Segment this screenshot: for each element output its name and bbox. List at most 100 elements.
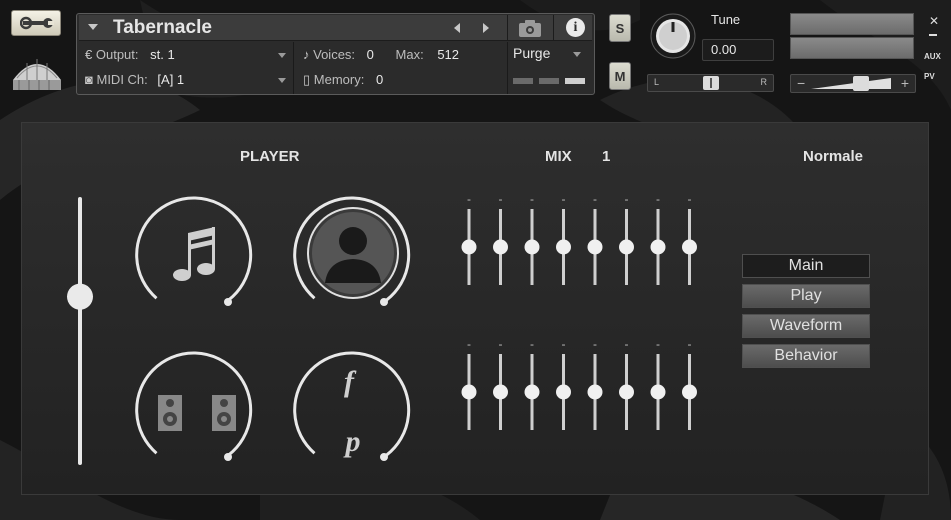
- mix-fader-handle[interactable]: [493, 239, 508, 255]
- master-vertical-slider[interactable]: [67, 197, 93, 465]
- main-panel: PLAYER MIX 1 Normale f p - - - - - - - -…: [21, 122, 929, 495]
- midi-label: MIDI Ch:: [96, 72, 148, 87]
- waveform-page-button[interactable]: Waveform: [742, 314, 870, 338]
- collapse-arrow-icon[interactable]: [88, 24, 98, 30]
- output-selector[interactable]: € Output: st. 1: [85, 43, 289, 67]
- speaker-right-icon: [212, 395, 236, 431]
- mix-fader-marker: -: [530, 337, 534, 351]
- mix-fader-handle[interactable]: [587, 384, 603, 400]
- purge-menu[interactable]: Purge: [513, 45, 550, 61]
- output-icon: €: [85, 47, 93, 62]
- wrench-icon: [20, 16, 54, 30]
- person-knob[interactable]: [293, 196, 411, 306]
- level-meter-left: [790, 13, 914, 35]
- mix-fader-marker: -: [625, 192, 629, 206]
- piano-icon: p: [343, 425, 361, 458]
- mix-fader-marker: -: [593, 337, 597, 351]
- pan-left-label: L: [654, 77, 660, 87]
- volume-slider-handle[interactable]: [853, 76, 869, 91]
- close-icon[interactable]: ✕: [929, 14, 939, 28]
- divider: [507, 42, 508, 94]
- purge-meter-segment: [513, 78, 533, 84]
- mix-fader-handle[interactable]: [619, 384, 634, 400]
- mix-fader-marker: -: [499, 337, 503, 351]
- main-page-button[interactable]: Main: [742, 254, 870, 278]
- midi-channel-selector[interactable]: ◙ MIDI Ch: [A] 1: [85, 68, 289, 92]
- level-meter-right: [790, 37, 914, 59]
- music-notes-icon: [173, 227, 215, 281]
- dropdown-arrow-icon: [278, 53, 286, 58]
- previous-instrument-icon[interactable]: [454, 23, 460, 33]
- midi-value: [A] 1: [157, 72, 185, 87]
- forte-icon: f: [344, 365, 357, 398]
- tune-knob[interactable]: [649, 12, 697, 60]
- mix-fader-handle[interactable]: [461, 239, 477, 255]
- mute-button[interactable]: M: [609, 62, 631, 90]
- mix-fader-marker: -: [499, 192, 503, 206]
- max-voices-value[interactable]: 512: [437, 47, 459, 62]
- purge-dropdown-arrow-icon[interactable]: [573, 52, 581, 57]
- mix-fader-handle[interactable]: [524, 239, 540, 255]
- mix-fader-handle[interactable]: [650, 239, 666, 255]
- voices-field: ♪ Voices: 0 Max: 512: [303, 43, 503, 67]
- volume-slider[interactable]: − +: [790, 74, 916, 93]
- play-page-button[interactable]: Play: [742, 284, 870, 308]
- instrument-name[interactable]: Tabernacle: [113, 17, 212, 39]
- mix-fader-handle[interactable]: [682, 239, 697, 255]
- aux-button[interactable]: AUX: [924, 52, 941, 61]
- mix-fader-handle[interactable]: [619, 239, 634, 255]
- purge-meter-segment: [565, 78, 585, 84]
- mix-fader-marker: -: [656, 192, 660, 206]
- dropdown-arrow-icon: [278, 78, 286, 83]
- midi-icon: ◙: [85, 72, 93, 87]
- master-slider-handle[interactable]: [67, 283, 93, 310]
- next-instrument-icon[interactable]: [483, 23, 489, 33]
- voices-label: Voices:: [313, 47, 356, 62]
- mix-fader-marker: -: [656, 337, 660, 351]
- mix-fader-handle[interactable]: [650, 384, 666, 400]
- mix-fader-handle[interactable]: [524, 384, 540, 400]
- divider: [293, 42, 294, 94]
- solo-button[interactable]: S: [609, 14, 631, 42]
- memory-label: Memory:: [313, 72, 365, 87]
- music-notes-knob[interactable]: [135, 196, 253, 306]
- instrument-header: Tabernacle i € Output: st. 1 ♪ Voices: 0…: [76, 13, 595, 95]
- speaker-left-icon: [158, 395, 182, 431]
- purge-meter-segment: [539, 78, 559, 84]
- speakers-knob[interactable]: [135, 351, 253, 461]
- info-icon: i: [566, 18, 585, 37]
- mix-fader-handle[interactable]: [556, 239, 571, 255]
- wrench-button[interactable]: [11, 10, 61, 36]
- mix-fader-bank-top: --------: [461, 192, 697, 285]
- volume-decrease-icon[interactable]: −: [797, 75, 805, 91]
- volume-increase-icon[interactable]: +: [901, 75, 909, 91]
- pan-right-label: R: [760, 77, 768, 87]
- mix-fader-marker: -: [530, 192, 534, 206]
- behavior-page-button[interactable]: Behavior: [742, 344, 870, 368]
- camera-icon: [519, 20, 541, 37]
- output-value: st. 1: [150, 47, 175, 62]
- memory-icon: ▯: [303, 72, 311, 87]
- minimize-icon[interactable]: [929, 34, 937, 36]
- info-button[interactable]: i: [553, 15, 597, 41]
- mix-fader-marker: -: [467, 192, 471, 206]
- volume-ramp-icon: [811, 78, 891, 89]
- memory-value: 0: [375, 72, 384, 87]
- mix-fader-handle[interactable]: [461, 384, 477, 400]
- tune-label: Tune: [711, 12, 741, 27]
- mix-fader-marker: -: [688, 192, 692, 206]
- instrument-logo: [13, 59, 61, 90]
- pan-slider-handle[interactable]: [703, 76, 719, 90]
- mix-fader-marker: -: [688, 337, 692, 351]
- dynamics-knob[interactable]: f p: [293, 351, 411, 461]
- pv-button[interactable]: PV: [924, 72, 935, 81]
- tune-value-field[interactable]: 0.00: [702, 39, 774, 61]
- mix-fader-handle[interactable]: [556, 384, 571, 400]
- snapshot-button[interactable]: [507, 15, 551, 41]
- pan-slider[interactable]: L R: [647, 74, 774, 92]
- mix-fader-bank-bottom: --------: [461, 337, 697, 430]
- mix-fader-handle[interactable]: [682, 384, 697, 400]
- mix-fader-handle[interactable]: [587, 239, 603, 255]
- mix-fader-handle[interactable]: [493, 384, 508, 400]
- mix-fader-marker: -: [562, 337, 566, 351]
